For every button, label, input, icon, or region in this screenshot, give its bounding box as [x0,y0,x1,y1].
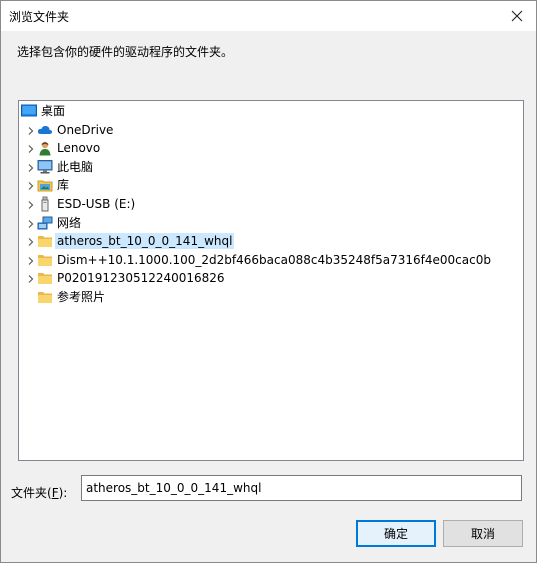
library-icon [37,177,53,193]
chevron-right-icon[interactable] [26,125,36,135]
tree-item-label: 参考照片 [57,290,106,304]
ok-button[interactable]: 确定 [356,520,436,547]
desktop-icon [21,103,37,119]
tree-item-label: 网络 [57,215,82,230]
tree-item-label: P020191230512240016826 [57,271,225,286]
chevron-right-icon[interactable] [26,162,36,172]
chevron-right-icon[interactable] [26,255,36,265]
tree-item-label: OneDrive [57,122,114,137]
folder-icon [37,252,53,268]
tree-item-label: Dism++10.1.1000.100_2d2bf466baca088c4b35… [57,252,491,267]
user-icon [37,140,53,156]
tree-item-5[interactable]: ESD-USB (E:) [19,195,523,213]
tree-item-label: ESD-USB (E:) [57,197,136,211]
folder-field-label: 文件夹(F): [11,486,68,500]
folder-input[interactable] [81,475,522,501]
dialog-title: 浏览文件夹 [9,10,70,24]
browse-folder-dialog: 浏览文件夹 选择包含你的硬件的驱动程序的文件夹。 桌面 OneDrive Lenov… [0,0,537,563]
tree-item-2[interactable]: Lenovo [19,139,523,157]
tree-item-label: 库 [57,178,70,193]
chevron-right-icon[interactable] [26,236,36,247]
tree-item-4[interactable]: 库 [19,176,523,194]
folder-icon [37,289,53,305]
tree-item-label: 此电脑 [57,159,94,174]
usb-drive-icon [37,196,53,212]
tree-item-6[interactable]: 网络 [19,214,523,232]
chevron-right-icon[interactable] [26,199,36,209]
computer-icon [37,159,53,175]
close-button[interactable] [498,1,536,31]
title-bar: 浏览文件夹 [1,1,536,31]
close-icon [511,10,523,22]
tree-item-1[interactable]: OneDrive [19,121,523,139]
network-icon [37,215,53,231]
tree-item-label: 桌面 [41,104,66,118]
chevron-right-icon[interactable] [26,143,36,154]
tree-item-label: Lenovo [57,141,101,156]
tree-item-label: atheros_bt_10_0_0_141_whql [55,233,235,250]
folder-icon [37,270,53,286]
instruction-text: 选择包含你的硬件的驱动程序的文件夹。 [17,45,234,59]
chevron-right-icon[interactable] [26,180,36,191]
tree-item-10[interactable]: 参考照片 [19,288,523,306]
tree-item-3[interactable]: 此电脑 [19,158,523,176]
folder-tree[interactable]: 桌面 OneDrive Lenovo 此电脑库 ESD-USB (E:) 网络 athero… [18,100,524,461]
tree-item-7[interactable]: atheros_bt_10_0_0_141_whql [19,232,523,250]
cancel-button[interactable]: 取消 [443,520,523,547]
folder-icon [37,233,53,249]
tree-item-0[interactable]: 桌面 [19,102,523,120]
cloud-icon [37,122,53,138]
chevron-right-icon[interactable] [26,218,36,228]
tree-item-8[interactable]: Dism++10.1.1000.100_2d2bf466baca088c4b35… [19,251,523,269]
tree-item-9[interactable]: P020191230512240016826 [19,269,523,287]
chevron-right-icon[interactable] [26,273,36,284]
